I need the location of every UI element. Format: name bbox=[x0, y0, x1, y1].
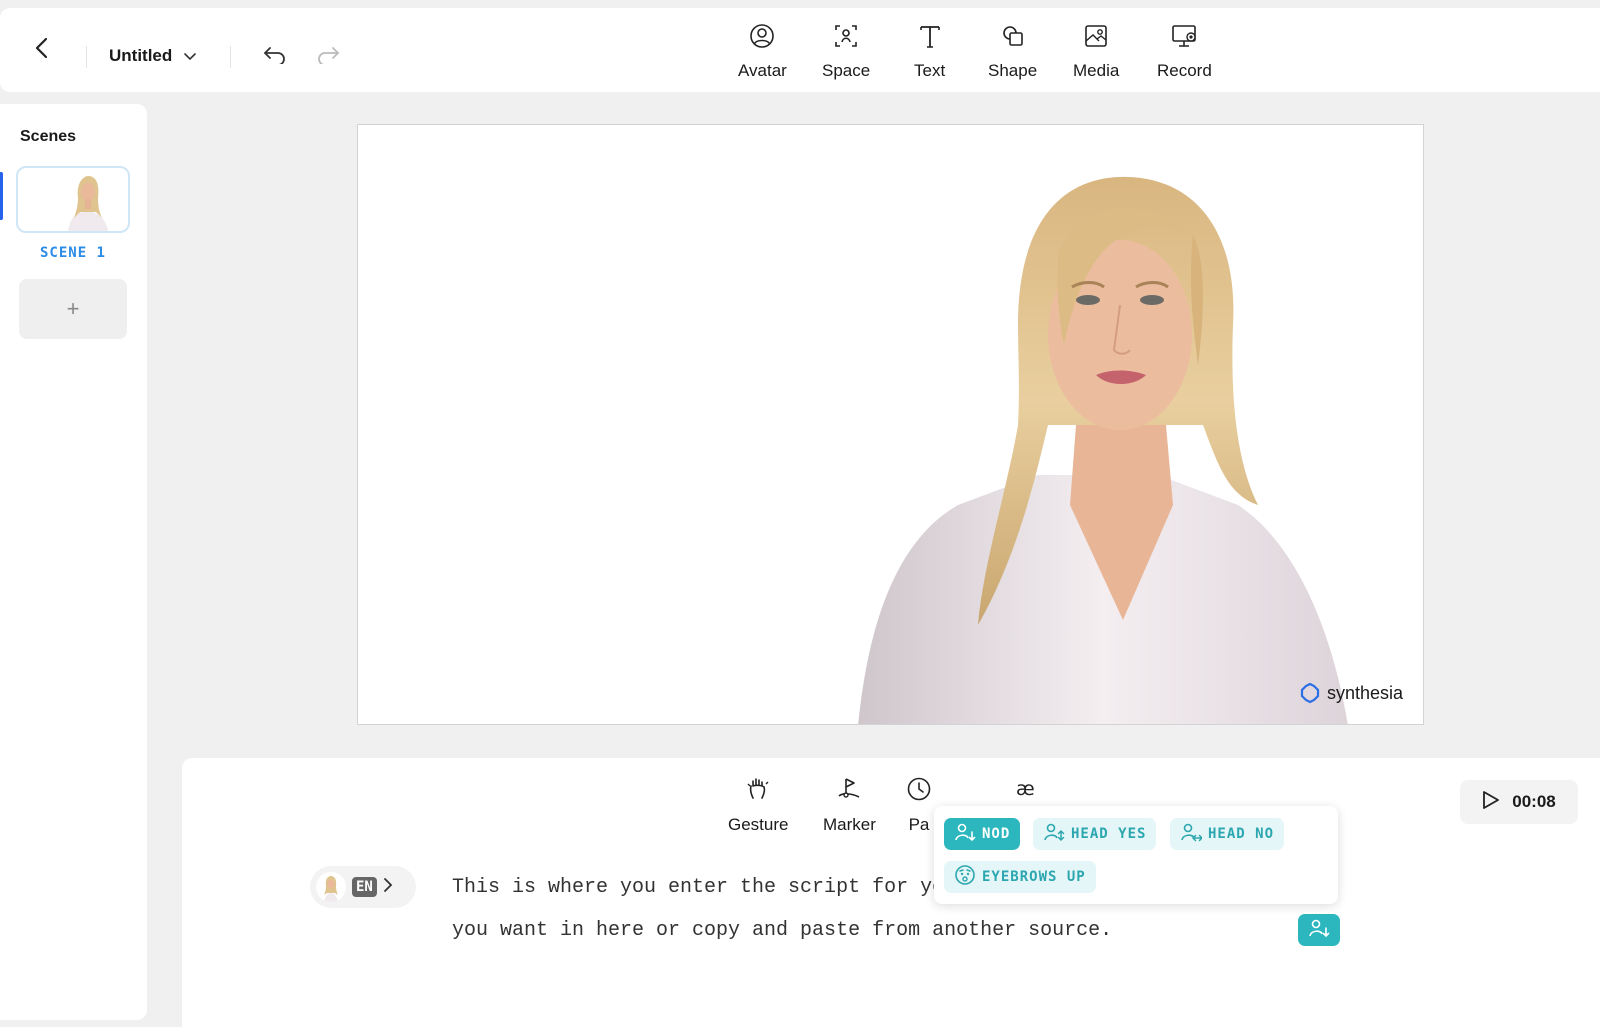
plus-icon: + bbox=[66, 296, 80, 321]
tool-label: Space bbox=[822, 61, 871, 80]
gesture-chip-eyebrows-up[interactable]: EYEBROWS UP bbox=[944, 861, 1096, 893]
scenes-sidebar: Scenes SCENE 1 + bbox=[0, 104, 147, 1020]
pause-tool[interactable]: Pa bbox=[906, 776, 932, 835]
pronunciation-icon: æ bbox=[1014, 776, 1040, 807]
presenter-thumbnail-image bbox=[68, 176, 108, 231]
project-title-dropdown[interactable]: Untitled bbox=[109, 46, 197, 66]
text-icon bbox=[916, 22, 944, 55]
pause-label: Pa bbox=[908, 815, 930, 834]
project-title: Untitled bbox=[109, 46, 173, 65]
tool-label: Record bbox=[1157, 61, 1212, 80]
voice-language-selector[interactable]: EN bbox=[310, 866, 416, 908]
gesture-chip-nod[interactable]: NOD bbox=[944, 818, 1021, 850]
tool-media[interactable]: Media bbox=[1073, 22, 1119, 81]
tool-record[interactable]: Record bbox=[1157, 22, 1212, 81]
chevron-right-icon bbox=[383, 877, 393, 898]
tool-label: Avatar bbox=[738, 61, 787, 80]
divider bbox=[230, 46, 231, 68]
top-toolbar: Untitled Avatar Space Text Shape Media R… bbox=[0, 8, 1600, 92]
svg-text:æ: æ bbox=[1016, 778, 1035, 800]
active-scene-indicator bbox=[0, 172, 3, 220]
pronunciation-tool[interactable]: æ bbox=[1014, 776, 1040, 807]
video-canvas[interactable]: synthesia bbox=[357, 124, 1424, 725]
undo-icon[interactable] bbox=[262, 44, 288, 66]
clock-icon bbox=[906, 776, 932, 807]
tool-label: Text bbox=[914, 61, 946, 80]
synthesia-logo-icon bbox=[1300, 682, 1320, 704]
gesture-label: Gesture bbox=[728, 815, 789, 834]
record-icon bbox=[1170, 22, 1198, 55]
chevron-down-icon bbox=[184, 46, 197, 66]
marker-tool[interactable]: Marker bbox=[823, 776, 876, 835]
shape-icon bbox=[999, 22, 1027, 55]
tool-shape[interactable]: Shape bbox=[988, 22, 1037, 81]
space-icon bbox=[832, 22, 860, 55]
tool-avatar[interactable]: Avatar bbox=[738, 22, 787, 81]
back-icon[interactable] bbox=[30, 36, 54, 60]
script-text-line-1[interactable]: This is where you enter the script for y… bbox=[452, 876, 944, 899]
chip-label: NOD bbox=[982, 826, 1011, 842]
gesture-chip-head-yes[interactable]: HEAD YES bbox=[1033, 818, 1157, 850]
nod-icon bbox=[954, 821, 976, 847]
gesture-tool[interactable]: Gesture bbox=[728, 776, 788, 835]
language-badge: EN bbox=[352, 877, 377, 897]
synthesia-logo: synthesia bbox=[1299, 682, 1403, 704]
nod-icon bbox=[1308, 917, 1330, 944]
add-scene-button[interactable]: + bbox=[19, 279, 127, 339]
gesture-popover: NOD HEAD YES HEAD NO EYEBROWS UP bbox=[934, 806, 1338, 904]
media-icon bbox=[1082, 22, 1110, 55]
scene-thumbnail[interactable] bbox=[16, 166, 130, 233]
marker-icon bbox=[836, 776, 862, 807]
script-text-line-2[interactable]: you want in here or copy and paste from … bbox=[452, 919, 1112, 942]
scene-label: SCENE 1 bbox=[39, 245, 106, 261]
redo-icon[interactable] bbox=[315, 44, 341, 66]
chip-label: HEAD YES bbox=[1071, 826, 1147, 842]
duration-label: 00:08 bbox=[1512, 792, 1556, 811]
script-editor-panel: Gesture Marker Pa æ 00:08 EN This is whe… bbox=[182, 758, 1600, 1027]
head-yes-icon bbox=[1043, 821, 1065, 847]
tool-text[interactable]: Text bbox=[914, 22, 945, 81]
avatar-icon bbox=[748, 22, 776, 55]
avatar-presenter-image bbox=[858, 176, 1348, 724]
tool-space[interactable]: Space bbox=[822, 22, 870, 81]
marker-label: Marker bbox=[823, 815, 876, 834]
chip-label: HEAD NO bbox=[1208, 826, 1275, 842]
eyebrows-up-icon bbox=[954, 864, 976, 890]
play-icon bbox=[1482, 790, 1500, 815]
gesture-icon bbox=[745, 776, 771, 807]
gesture-chip-head-no[interactable]: HEAD NO bbox=[1170, 818, 1285, 850]
synthesia-logo-text: synthesia bbox=[1326, 682, 1403, 703]
nod-gesture-marker[interactable] bbox=[1298, 914, 1340, 946]
chip-label: EYEBROWS UP bbox=[982, 869, 1086, 885]
scenes-title: Scenes bbox=[20, 128, 77, 145]
tool-label: Shape bbox=[988, 61, 1038, 80]
head-no-icon bbox=[1180, 821, 1204, 847]
play-preview-button[interactable]: 00:08 bbox=[1460, 780, 1578, 824]
avatar-thumbnail bbox=[316, 872, 346, 902]
divider bbox=[86, 46, 87, 68]
tool-label: Media bbox=[1073, 61, 1120, 80]
